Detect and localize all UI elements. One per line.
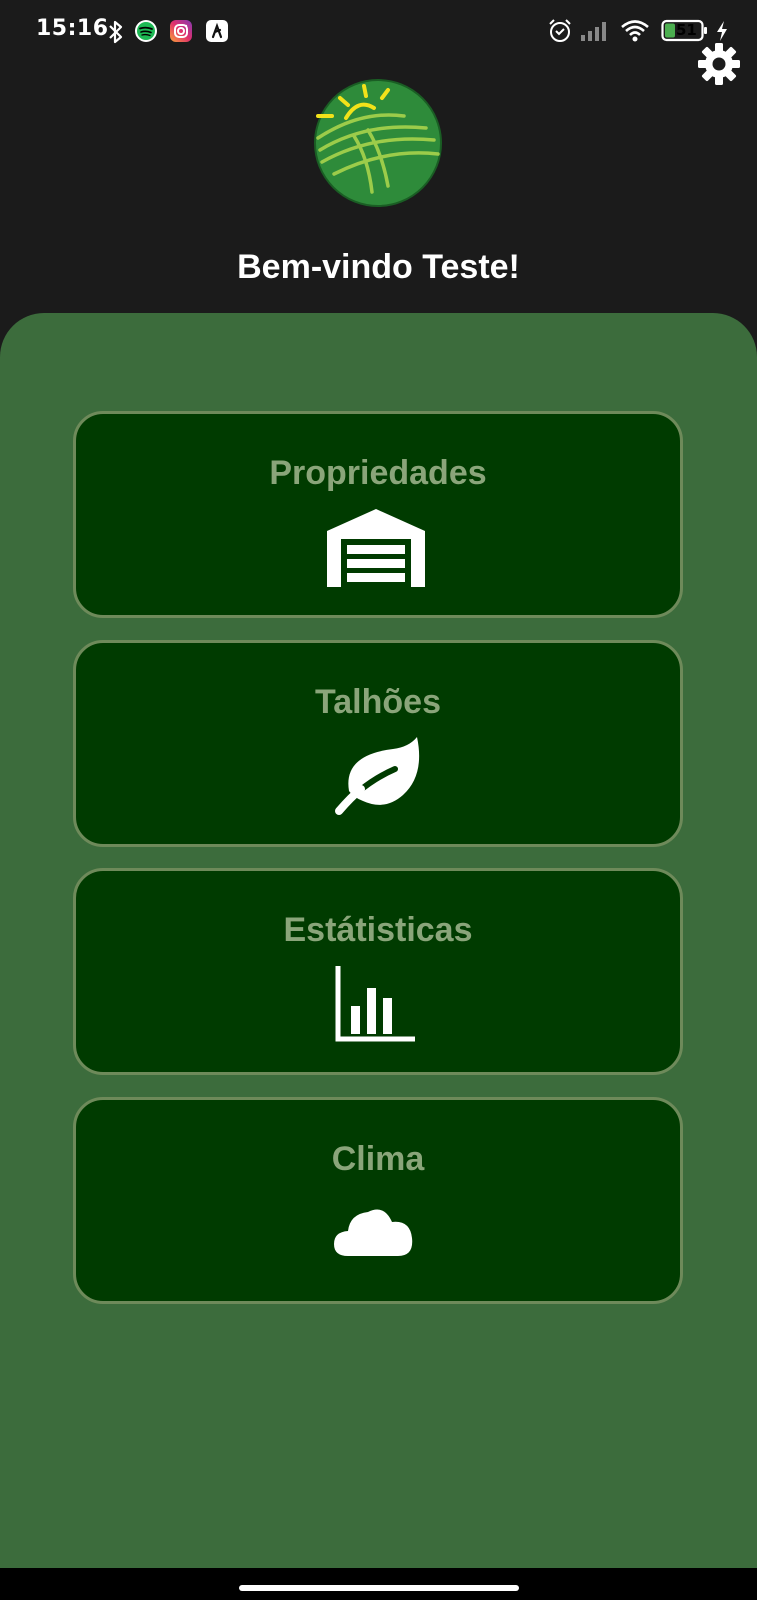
leaf-icon (335, 737, 420, 815)
cloud-icon (334, 1209, 413, 1256)
menu-label: Talhões (315, 683, 441, 721)
menu-label: Propriedades (269, 454, 487, 492)
app-logo (314, 79, 442, 207)
spotify-icon (135, 20, 157, 42)
menu-label: Estátisticas (283, 911, 473, 949)
gear-icon (698, 43, 740, 85)
charging-icon (717, 21, 727, 41)
bluetooth-icon (109, 20, 123, 44)
main-panel: Propriedades Talhões Estátisticas Clima (0, 313, 757, 1568)
instagram-icon (170, 20, 192, 42)
status-bar: 15:16 51 (0, 0, 757, 62)
menu-card-estatisticas[interactable]: Estátisticas (73, 868, 683, 1075)
wifi-icon (621, 20, 649, 42)
menu-card-clima[interactable]: Clima (73, 1097, 683, 1304)
status-time: 15:16 (36, 16, 109, 41)
menu-label: Clima (331, 1140, 425, 1178)
menu-card-talhoes[interactable]: Talhões (73, 640, 683, 847)
settings-button[interactable] (697, 42, 741, 86)
welcome-title: Bem-vindo Teste! (237, 248, 520, 286)
bar-chart-icon (335, 966, 415, 1042)
alarm-icon (549, 19, 571, 42)
app-icon (206, 20, 228, 42)
warehouse-icon (327, 509, 425, 587)
signal-icon (581, 22, 606, 41)
battery-level: 51 (676, 21, 697, 39)
system-nav-bar (0, 1568, 757, 1600)
menu-card-propriedades[interactable]: Propriedades (73, 411, 683, 618)
home-indicator[interactable] (239, 1585, 519, 1591)
